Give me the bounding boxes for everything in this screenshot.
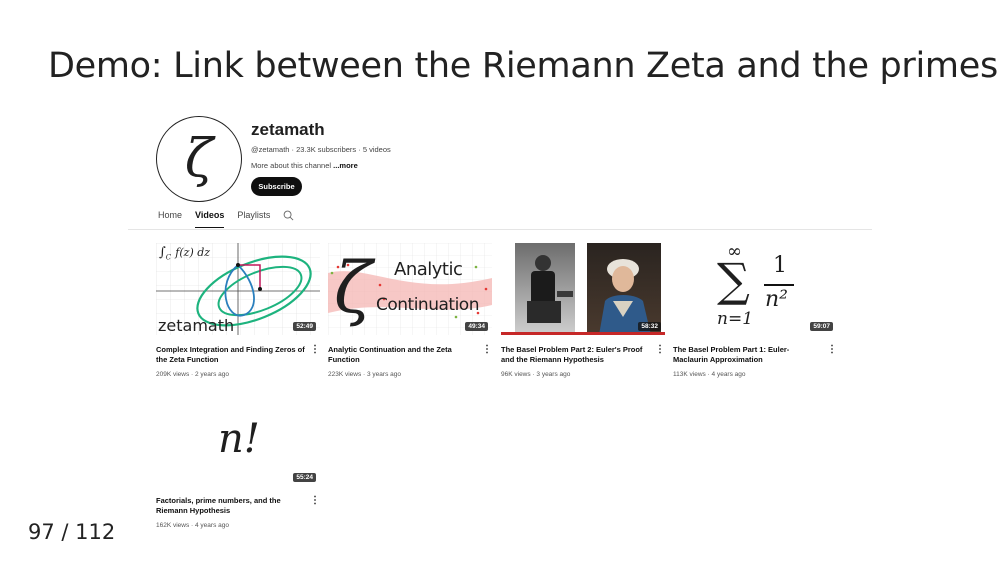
fraction-denominator: n² [765,287,788,312]
video-title[interactable]: Analytic Continuation and the Zeta Funct… [328,345,492,365]
video-meta: 96K views · 3 years ago [501,371,571,378]
subscribe-button[interactable]: Subscribe [251,177,302,196]
integral-subscript: C [165,253,172,262]
video-thumbnail[interactable]: ∫C f(z) dz zetamath 52:49 [156,243,320,335]
integral-sign: ∫ [159,245,166,260]
video-title-text: The Basel Problem Part 2: Euler's Proof … [501,345,643,364]
thumbnail-line-2: Continuation [376,295,479,315]
video-meta: 223K views · 3 years ago [328,371,401,378]
page-number: 97 / 112 [28,520,116,544]
channel-avatar[interactable]: ζ [156,116,242,202]
tab-playlists[interactable]: Playlists [237,210,270,228]
more-options-icon[interactable]: ⋮ [827,345,837,355]
video-duration: 55:24 [293,473,316,482]
video-title[interactable]: The Basel Problem Part 2: Euler's Proof … [501,345,665,365]
video-title[interactable]: The Basel Problem Part 1: Euler-Maclauri… [673,345,837,365]
integrand: f(z) dz [175,246,211,259]
channel-name: zetamath [251,120,325,139]
video-title-text: Complex Integration and Finding Zeros of… [156,345,305,364]
sigma-symbol: ∑ [717,253,750,307]
video-duration: 58:32 [638,322,661,331]
video-title[interactable]: Complex Integration and Finding Zeros of… [156,345,320,365]
tab-home[interactable]: Home [158,210,182,228]
tab-videos[interactable]: Videos [195,210,225,228]
video-card[interactable]: 58:32 The Basel Problem Part 2: Euler's … [501,243,665,378]
more-options-icon[interactable]: ⋮ [310,345,320,355]
video-meta: 162K views · 4 years ago [156,522,229,529]
channel-about-more-link[interactable]: ...more [333,161,358,170]
channel-tabs: Home Videos Playlists [158,210,294,228]
video-title-text: Analytic Continuation and the Zeta Funct… [328,345,452,364]
video-thumbnail[interactable]: n! 55:24 [156,394,320,486]
more-options-icon[interactable]: ⋮ [310,496,320,506]
tabs-divider [128,229,872,230]
integral-formula: ∫C f(z) dz [159,245,210,262]
video-thumbnail[interactable]: ∞ ∑ n=1 1 n² 59:07 [673,243,837,335]
video-duration: 52:49 [293,322,316,331]
zeta-glyph: ζ [334,247,372,329]
search-icon[interactable] [283,210,294,221]
more-options-icon[interactable]: ⋮ [482,345,492,355]
factorial-formula: n! [218,416,260,462]
video-title-text: The Basel Problem Part 1: Euler-Maclauri… [673,345,790,364]
channel-meta: @zetamath · 23.3K subscribers · 5 videos [251,145,391,154]
fraction-bar [764,284,794,286]
video-duration: 59:07 [810,322,833,331]
video-meta: 209K views · 2 years ago [156,371,229,378]
video-meta: 113K views · 4 years ago [673,371,746,378]
thumbnail-line-1: Analytic [394,259,463,280]
slide-title: Demo: Link between the Riemann Zeta and … [48,46,998,86]
video-card[interactable]: ∫C f(z) dz zetamath 52:49 Complex Integr… [156,243,320,378]
video-card[interactable]: ∞ ∑ n=1 1 n² 59:07 The Basel Problem Par… [673,243,837,378]
channel-about[interactable]: More about this channel ...more [251,161,358,170]
video-thumbnail[interactable]: ζ Analytic Continuation 49:34 [328,243,492,335]
channel-about-text: More about this channel [251,161,332,170]
fraction-numerator: 1 [773,253,787,278]
video-duration: 49:34 [465,322,488,331]
video-card[interactable]: n! 55:24 Factorials, prime numbers, and … [156,394,320,529]
channel-watermark: zetamath [158,316,235,335]
video-card[interactable]: ζ Analytic Continuation 49:34 Analytic C… [328,243,492,378]
video-title[interactable]: Factorials, prime numbers, and the Riema… [156,496,320,516]
sum-lower-limit: n=1 [717,309,754,329]
youtube-channel-screenshot: ζ zetamath @zetamath · 23.3K subscribers… [128,112,872,540]
more-options-icon[interactable]: ⋮ [655,345,665,355]
video-thumbnail[interactable]: 58:32 [501,243,665,335]
video-title-text: Factorials, prime numbers, and the Riema… [156,496,281,515]
